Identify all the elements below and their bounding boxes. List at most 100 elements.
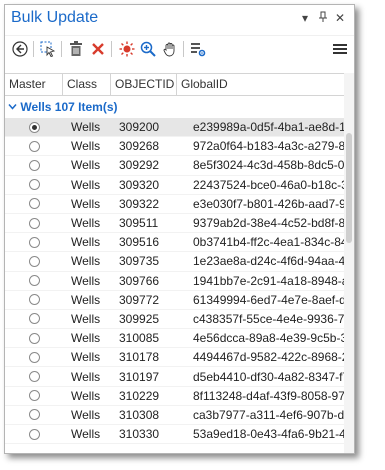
table-row[interactable]: Wells 309200 e239989a-0d5f-4ba1-ae8d-1fdf (5, 118, 354, 138)
master-cell (5, 351, 63, 363)
globalid-cell: 9379ab2d-38e4-4c52-bd8f-83ac (193, 216, 354, 231)
objectid-cell: 309292 (119, 158, 160, 173)
master-radio[interactable] (28, 121, 40, 133)
objectid-cell: 309772 (119, 292, 160, 307)
table-row[interactable]: Wells 309511 9379ab2d-38e4-4c52-bd8f-83ac (5, 214, 354, 234)
objectid-cell: 310308 (119, 407, 160, 422)
column-header-objectid[interactable]: OBJECTID (111, 74, 177, 95)
pin-icon[interactable] (318, 11, 328, 26)
objectid-cell: 310330 (119, 427, 160, 442)
master-cell (5, 217, 63, 229)
master-radio[interactable] (28, 217, 40, 229)
flash-icon[interactable] (118, 40, 136, 58)
master-radio[interactable] (28, 332, 40, 344)
master-radio[interactable] (28, 159, 40, 171)
master-cell (5, 390, 63, 402)
master-cell (5, 159, 63, 171)
class-cell: Wells (71, 369, 101, 384)
table-row[interactable]: Wells 309320 22437524-bce0-46a0-b18c-3545 (5, 176, 354, 195)
close-icon[interactable]: ✕ (335, 11, 345, 25)
class-cell: Wells (71, 427, 101, 442)
table-row[interactable]: Wells 309322 e3e030f7-b801-426b-aad7-9989 (5, 195, 354, 214)
class-cell: Wells (71, 177, 101, 192)
master-radio[interactable] (28, 236, 40, 248)
bulk-update-pane: Bulk Update ▾ ✕ Master Class OBJECTID Gl… (4, 4, 355, 454)
table-body: Wells 309200 e239989a-0d5f-4ba1-ae8d-1fdf W… (5, 118, 354, 445)
master-radio[interactable] (28, 313, 40, 325)
objectid-cell: 309322 (119, 196, 160, 211)
master-radio[interactable] (28, 351, 40, 363)
master-radio[interactable] (28, 198, 40, 210)
pan-to-icon[interactable] (161, 40, 179, 58)
globalid-cell: d5eb4410-df30-4a82-8347-f78f (193, 369, 354, 384)
globalid-cell: ca3b7977-a311-4ef6-907b-db8b (193, 407, 354, 422)
objectid-cell: 310229 (119, 388, 160, 403)
class-cell: Wells (71, 254, 101, 269)
remove-icon[interactable] (89, 40, 107, 58)
delete-icon[interactable] (67, 40, 85, 58)
master-radio[interactable] (28, 294, 40, 306)
table-row[interactable]: Wells 309925 c438357f-55ce-4e4e-9936-751b (5, 310, 354, 330)
objectid-cell: 309320 (119, 177, 160, 192)
master-radio[interactable] (28, 371, 40, 383)
table-row[interactable]: Wells 310229 8f113248-d4af-43f9-8058-970f (5, 387, 354, 406)
menu-icon[interactable] (331, 40, 349, 58)
globalid-cell: 1941bb7e-2c91-4a18-8948-a371 (193, 273, 354, 288)
class-cell: Wells (71, 273, 101, 288)
objectid-cell: 310197 (119, 369, 160, 384)
master-radio[interactable] (28, 428, 40, 440)
settings-icon[interactable] (189, 40, 207, 58)
table-row[interactable]: Wells 309766 1941bb7e-2c91-4a18-8948-a371 (5, 272, 354, 291)
objectid-cell: 309511 (119, 216, 159, 231)
table-row[interactable]: Wells 309268 972a0f64-b183-4a3c-a279-8a1b (5, 137, 354, 157)
master-radio[interactable] (28, 390, 40, 402)
column-header-class[interactable]: Class (63, 74, 111, 95)
vertical-scrollbar[interactable] (344, 73, 354, 453)
class-cell: Wells (71, 216, 101, 231)
table-row[interactable]: Wells 310197 d5eb4410-df30-4a82-8347-f78f (5, 367, 354, 387)
master-cell (5, 121, 63, 133)
table-row[interactable]: Wells 310178 4494467d-9582-422c-8968-20c1 (5, 348, 354, 368)
group-header[interactable]: Wells 107 Item(s) (5, 96, 354, 118)
column-header-master[interactable]: Master (5, 74, 63, 95)
chevron-down-icon[interactable] (8, 100, 20, 114)
globalid-cell: 8e5f3024-4c3d-458b-8dc5-01b9 (193, 158, 354, 173)
column-header-globalid[interactable]: GlobalID (177, 74, 354, 95)
master-radio[interactable] (28, 275, 40, 287)
features-table: Master Class OBJECTID GlobalID Wells 107… (5, 73, 354, 445)
objectid-cell: 309766 (119, 273, 160, 288)
globalid-cell: 972a0f64-b183-4a3c-a279-8a1b (193, 139, 354, 154)
class-cell: Wells (71, 139, 101, 154)
class-cell: Wells (71, 196, 101, 211)
zoom-to-icon[interactable] (139, 40, 157, 58)
master-cell (5, 332, 63, 344)
table-row[interactable]: Wells 309292 8e5f3024-4c3d-458b-8dc5-01b9 (5, 156, 354, 176)
globalid-cell: 4494467d-9582-422c-8968-20c1 (193, 350, 354, 365)
table-row[interactable]: Wells 309772 61349994-6ed7-4e7e-8aef-d323 (5, 291, 354, 310)
table-row[interactable]: Wells 309735 1e23ae8a-d24c-4f6d-94aa-4484 (5, 252, 354, 272)
master-radio[interactable] (28, 409, 40, 421)
master-radio[interactable] (28, 179, 40, 191)
master-radio[interactable] (28, 255, 40, 267)
table-row[interactable]: Wells 310330 53a9ed18-0e43-4fa6-9b21-4df2 (5, 425, 354, 445)
globalid-cell: 4e56dcca-89a8-4e39-9c5b-3a60 (193, 331, 354, 346)
master-cell (5, 313, 63, 325)
objectid-cell: 309925 (119, 311, 160, 326)
select-icon[interactable] (39, 40, 57, 58)
globalid-cell: e239989a-0d5f-4ba1-ae8d-1fdf (193, 120, 354, 135)
group-label: Wells 107 Item(s) (20, 100, 118, 114)
class-cell: Wells (71, 350, 101, 365)
pane-title-bar: Bulk Update ▾ ✕ (5, 5, 354, 35)
table-header: Master Class OBJECTID GlobalID (5, 73, 354, 96)
back-icon[interactable] (11, 40, 29, 58)
master-cell (5, 255, 63, 267)
table-row[interactable]: Wells 310085 4e56dcca-89a8-4e39-9c5b-3a60 (5, 329, 354, 349)
pane-options-button[interactable]: ▾ (302, 11, 308, 25)
table-row[interactable]: Wells 310308 ca3b7977-a311-4ef6-907b-db8b (5, 406, 354, 425)
master-cell (5, 179, 63, 191)
class-cell: Wells (71, 407, 101, 422)
table-row[interactable]: Wells 309516 0b3741b4-ff2c-4ea1-834c-84db (5, 233, 354, 253)
class-cell: Wells (71, 388, 101, 403)
master-radio[interactable] (28, 140, 40, 152)
objectid-cell: 309516 (119, 235, 160, 250)
